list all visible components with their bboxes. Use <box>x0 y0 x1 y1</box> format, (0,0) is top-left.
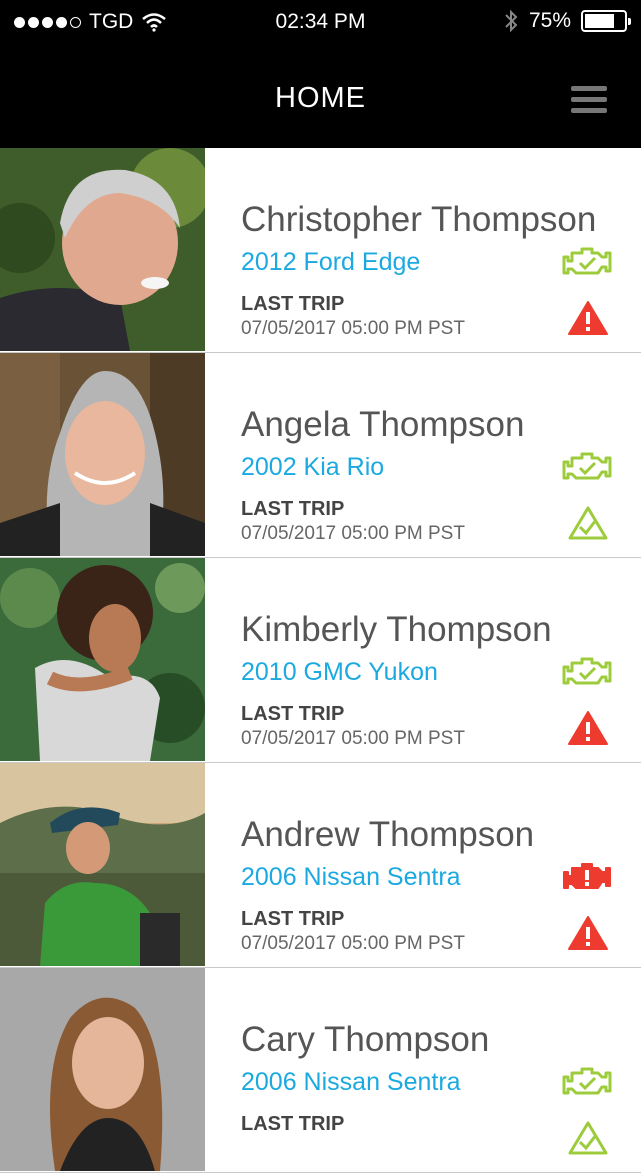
battery-icon <box>581 10 631 32</box>
driver-row-1[interactable]: Angela Thompson 2002 Kia Rio LAST TRIP 0… <box>0 353 641 558</box>
driver-name: Kimberly Thompson <box>241 610 552 649</box>
engine-ok-icon <box>562 657 612 685</box>
last-trip-date: 07/05/2017 05:00 PM PST <box>241 318 465 339</box>
driver-row-4[interactable]: Cary Thompson 2006 Nissan Sentra LAST TR… <box>0 968 641 1173</box>
nav-bar: HOME <box>0 44 641 148</box>
alert-ok-icon <box>568 1121 608 1155</box>
bluetooth-icon <box>505 9 518 33</box>
alert-warning-icon <box>568 301 608 335</box>
vehicle-name: 2006 Nissan Sentra <box>241 1068 461 1096</box>
driver-name: Christopher Thompson <box>241 200 597 239</box>
status-right: 75% <box>503 8 631 34</box>
engine-ok-icon <box>562 1067 612 1095</box>
last-trip-label: LAST TRIP <box>241 293 345 315</box>
engine-ok-icon <box>562 247 612 275</box>
driver-list: Christopher Thompson 2012 Ford Edge LAST… <box>0 148 641 1173</box>
last-trip-date: 07/05/2017 05:00 PM PST <box>241 933 465 954</box>
battery-percent: 75% <box>528 9 571 32</box>
last-trip-label: LAST TRIP <box>241 498 345 520</box>
last-trip-date: 07/05/2017 05:00 PM PST <box>241 523 465 544</box>
status-bar: TGD 02:34 PM 75% <box>0 0 641 44</box>
driver-avatar <box>0 558 205 761</box>
vehicle-name: 2012 Ford Edge <box>241 248 421 276</box>
vehicle-name: 2006 Nissan Sentra <box>241 863 461 891</box>
vehicle-name: 2002 Kia Rio <box>241 453 385 481</box>
alert-warning-icon <box>568 711 608 745</box>
driver-name: Cary Thompson <box>241 1020 490 1059</box>
driver-avatar <box>0 353 205 556</box>
last-trip-label: LAST TRIP <box>241 1113 345 1135</box>
driver-avatar <box>0 968 205 1171</box>
alert-ok-icon <box>568 506 608 540</box>
engine-warning-icon <box>563 863 611 889</box>
driver-avatar <box>0 763 205 966</box>
driver-row-0[interactable]: Christopher Thompson 2012 Ford Edge LAST… <box>0 148 641 353</box>
last-trip-date: 07/05/2017 05:00 PM PST <box>241 728 465 749</box>
hamburger-menu-icon[interactable] <box>571 86 607 114</box>
driver-name: Angela Thompson <box>241 405 525 444</box>
last-trip-label: LAST TRIP <box>241 908 345 930</box>
driver-row-3[interactable]: Andrew Thompson 2006 Nissan Sentra LAST … <box>0 763 641 968</box>
page-title: HOME <box>275 82 366 114</box>
driver-avatar <box>0 148 205 351</box>
engine-ok-icon <box>562 452 612 480</box>
alert-warning-icon <box>568 916 608 950</box>
driver-name: Andrew Thompson <box>241 815 535 854</box>
driver-row-2[interactable]: Kimberly Thompson 2010 GMC Yukon LAST TR… <box>0 558 641 763</box>
last-trip-label: LAST TRIP <box>241 703 345 725</box>
vehicle-name: 2010 GMC Yukon <box>241 658 438 686</box>
